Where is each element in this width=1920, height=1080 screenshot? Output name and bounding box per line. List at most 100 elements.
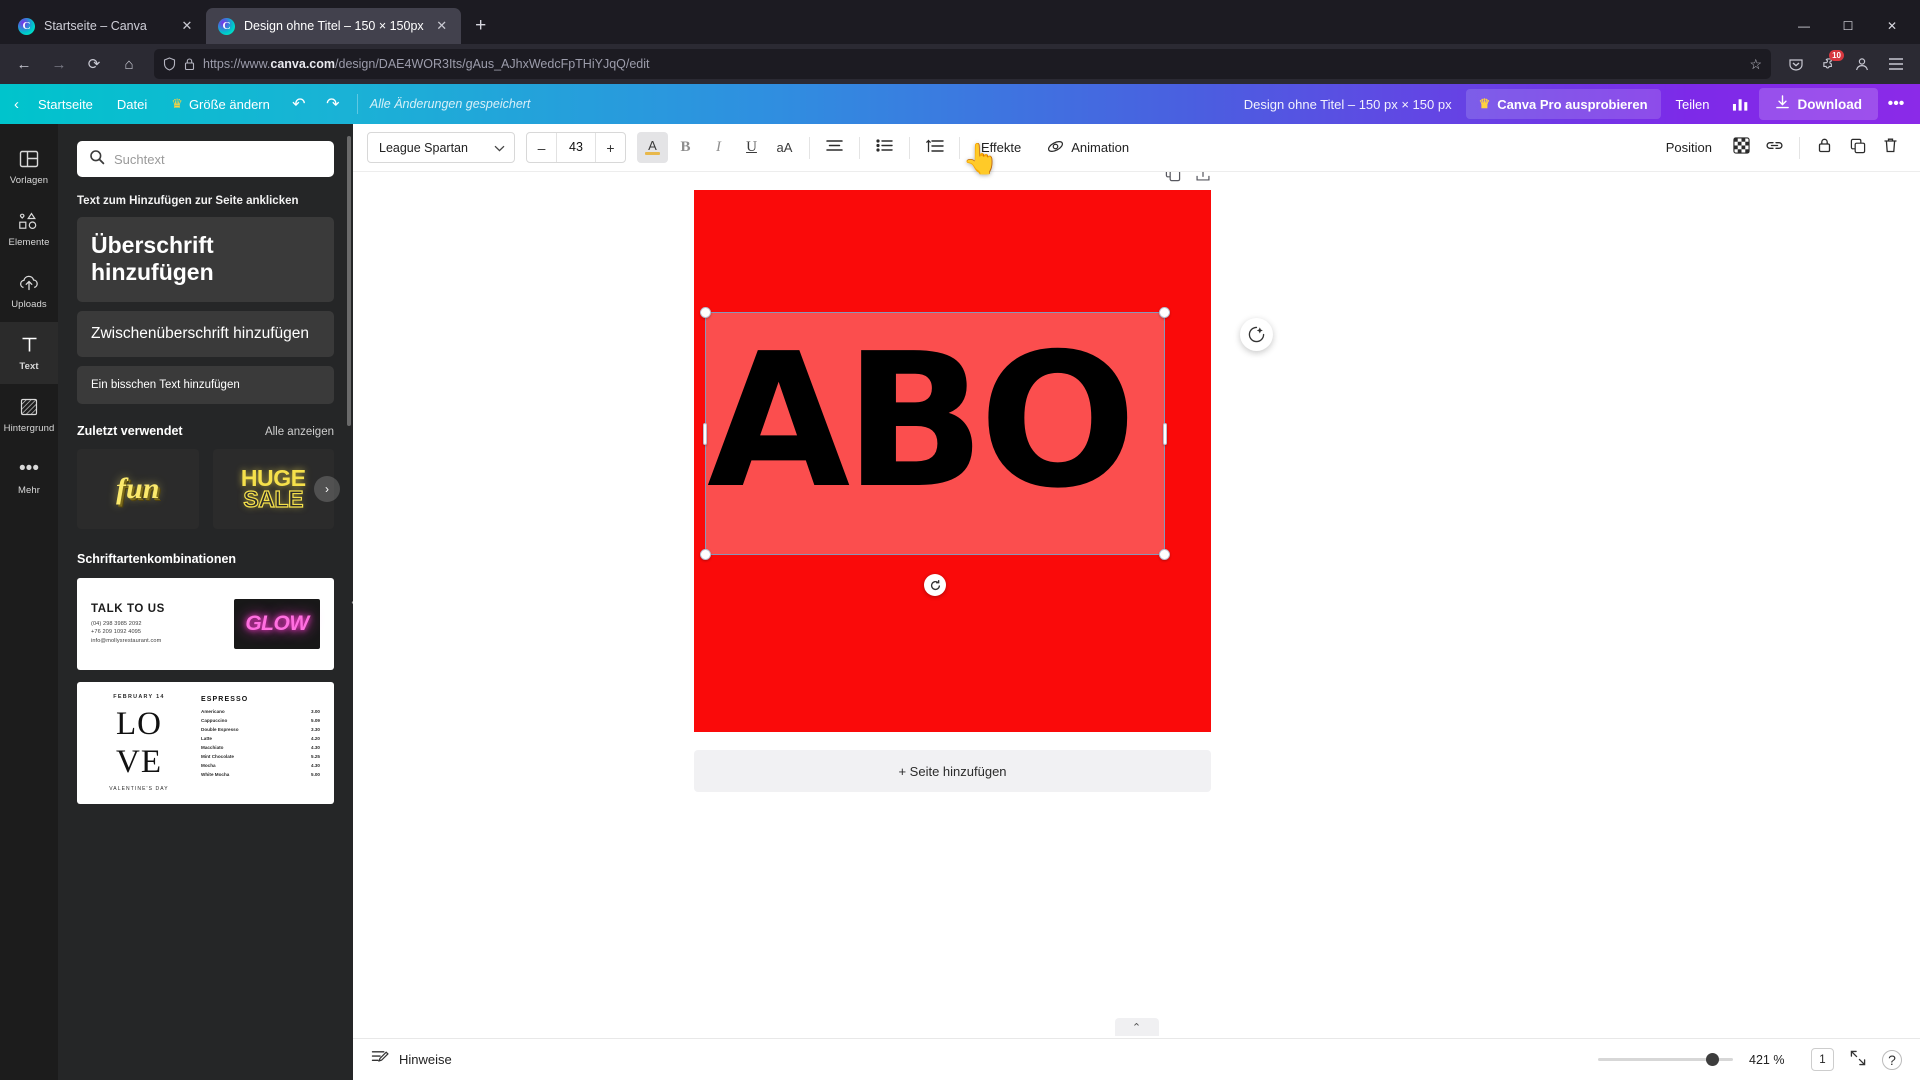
bold-button[interactable]: B bbox=[670, 132, 701, 163]
bullet-list-button[interactable] bbox=[869, 132, 900, 163]
add-body-text-button[interactable]: Ein bisschen Text hinzufügen bbox=[77, 366, 334, 404]
tab-close-icon[interactable]: ✕ bbox=[433, 17, 451, 35]
font-size-increase-button[interactable]: + bbox=[596, 133, 625, 162]
pocket-icon[interactable] bbox=[1780, 49, 1812, 79]
duplicate-page-icon[interactable] bbox=[1165, 172, 1181, 185]
zoom-slider-knob[interactable] bbox=[1706, 1053, 1719, 1066]
add-page-button[interactable]: + Seite hinzufügen bbox=[694, 750, 1211, 792]
header-divider bbox=[357, 94, 358, 114]
recent-item-fun[interactable]: fun bbox=[77, 449, 199, 529]
position-button[interactable]: Position bbox=[1654, 132, 1724, 163]
expand-icon[interactable] bbox=[1850, 1050, 1866, 1070]
new-tab-button[interactable]: + bbox=[465, 10, 497, 42]
document-title[interactable]: Design ohne Titel – 150 px × 150 px bbox=[1244, 97, 1452, 112]
text-align-button[interactable] bbox=[819, 132, 850, 163]
font-combo-talk-to-us[interactable]: TALK TO US (04) 298 3985 2092 +76 209 10… bbox=[77, 578, 334, 670]
font-size-value[interactable]: 43 bbox=[556, 133, 596, 162]
resize-button[interactable]: ♛ Größe ändern bbox=[160, 89, 281, 119]
resize-handle-bottom-right[interactable] bbox=[1159, 549, 1170, 560]
font-size-decrease-button[interactable]: – bbox=[527, 133, 556, 162]
redo-icon[interactable]: ↷ bbox=[317, 89, 349, 119]
resize-handle-top-left[interactable] bbox=[700, 307, 711, 318]
help-icon[interactable]: ? bbox=[1882, 1050, 1902, 1070]
glow-label: GLOW bbox=[245, 612, 308, 636]
rail-item-uploads[interactable]: Uploads bbox=[0, 260, 58, 322]
insights-bar-chart-icon[interactable] bbox=[1725, 89, 1757, 119]
rail-label: Mehr bbox=[18, 485, 40, 496]
rotate-handle-icon[interactable] bbox=[924, 574, 946, 596]
rail-item-vorlagen[interactable]: Vorlagen bbox=[0, 136, 58, 198]
rail-item-text[interactable]: Text bbox=[0, 322, 58, 384]
back-icon[interactable]: ← bbox=[8, 49, 40, 79]
search-box[interactable] bbox=[77, 141, 334, 177]
maximize-button[interactable]: ☐ bbox=[1826, 8, 1870, 44]
export-page-icon[interactable] bbox=[1195, 172, 1211, 185]
rail-item-mehr[interactable]: ••• Mehr bbox=[0, 446, 58, 508]
home-icon[interactable]: ⌂ bbox=[113, 49, 145, 79]
show-all-link[interactable]: Alle anzeigen bbox=[265, 426, 334, 438]
rail-item-elemente[interactable]: Elemente bbox=[0, 198, 58, 260]
panel-scrollbar[interactable] bbox=[347, 136, 351, 426]
tab-close-icon[interactable]: ✕ bbox=[178, 17, 196, 35]
file-menu-button[interactable]: Datei bbox=[106, 89, 158, 119]
zoom-slider[interactable] bbox=[1598, 1058, 1733, 1061]
sale-line: SALE bbox=[241, 489, 306, 510]
page-number-indicator[interactable]: 1 bbox=[1811, 1048, 1834, 1071]
link-button[interactable] bbox=[1759, 132, 1790, 163]
design-canvas-page[interactable]: ABO bbox=[694, 190, 1211, 732]
shield-icon[interactable] bbox=[163, 57, 176, 71]
resize-handle-bottom-left[interactable] bbox=[700, 549, 711, 560]
animation-button[interactable]: Animation bbox=[1035, 132, 1141, 163]
minimize-button[interactable]: — bbox=[1782, 8, 1826, 44]
letter-case-button[interactable]: aA bbox=[769, 132, 800, 163]
forward-icon[interactable]: → bbox=[43, 49, 75, 79]
try-canva-pro-button[interactable]: ♛ Canva Pro ausprobieren bbox=[1466, 89, 1661, 119]
font-combo-love-espresso[interactable]: FEBRUARY 14 LO VE VALENTINE'S DAY ESPRES… bbox=[77, 682, 334, 804]
duplicate-button[interactable] bbox=[1842, 132, 1873, 163]
resize-handle-middle-right[interactable] bbox=[1163, 423, 1167, 445]
text-format-toolbar: League Spartan – 43 + A bbox=[353, 124, 1920, 172]
rail-item-hintergrund[interactable]: Hintergrund bbox=[0, 384, 58, 446]
browser-menu-icon[interactable] bbox=[1880, 49, 1912, 79]
carousel-next-icon[interactable]: › bbox=[314, 476, 340, 502]
lock-icon[interactable] bbox=[184, 57, 195, 71]
underline-button[interactable]: U bbox=[736, 132, 767, 163]
timeline-collapse-button[interactable]: ⌃ bbox=[1115, 1018, 1159, 1036]
transparency-button[interactable] bbox=[1726, 132, 1757, 163]
search-input[interactable] bbox=[114, 152, 322, 167]
line-spacing-button[interactable] bbox=[919, 132, 950, 163]
url-bar[interactable]: https://www.canva.com/design/DAE4WOR3Its… bbox=[154, 49, 1771, 79]
zoom-percentage[interactable]: 421 % bbox=[1749, 1053, 1795, 1067]
bookmark-star-icon[interactable]: ☆ bbox=[1749, 56, 1762, 73]
add-heading-button[interactable]: Überschrift hinzufügen bbox=[77, 217, 334, 302]
reload-icon[interactable]: ⟳ bbox=[78, 49, 110, 79]
download-button[interactable]: Download bbox=[1759, 88, 1879, 120]
browser-tab-2[interactable]: C Design ohne Titel – 150 × 150px ✕ bbox=[206, 8, 461, 44]
effects-button[interactable]: Effekte bbox=[969, 132, 1033, 163]
resize-handle-middle-left[interactable] bbox=[703, 423, 707, 445]
magic-suggestion-button[interactable] bbox=[1240, 318, 1273, 351]
font-family-select[interactable]: League Spartan bbox=[367, 132, 515, 163]
text-color-button[interactable]: A bbox=[637, 132, 668, 163]
header-back-icon[interactable]: ‹ bbox=[8, 89, 25, 119]
canvas-text-abo[interactable]: ABO bbox=[706, 300, 1164, 541]
recent-title: Zuletzt verwendet bbox=[77, 424, 183, 438]
account-icon[interactable] bbox=[1846, 49, 1878, 79]
add-subheading-button[interactable]: Zwischenüberschrift hinzufügen bbox=[77, 311, 334, 357]
delete-button[interactable] bbox=[1875, 132, 1906, 163]
browser-tab-1[interactable]: C Startseite – Canva ✕ bbox=[6, 8, 206, 44]
link-icon bbox=[1765, 138, 1784, 157]
notes-button[interactable]: Hinweise bbox=[371, 1049, 452, 1070]
font-size-stepper[interactable]: – 43 + bbox=[526, 132, 626, 163]
more-options-icon[interactable]: ••• bbox=[1880, 89, 1912, 119]
resize-handle-top-right[interactable] bbox=[1159, 307, 1170, 318]
home-button[interactable]: Startseite bbox=[27, 89, 104, 119]
selected-text-element[interactable]: ABO bbox=[705, 312, 1165, 555]
panel-collapse-button[interactable]: ‹ bbox=[344, 579, 353, 625]
lock-button[interactable] bbox=[1809, 132, 1840, 163]
italic-button[interactable]: I bbox=[703, 132, 734, 163]
undo-icon[interactable]: ↶ bbox=[283, 89, 315, 119]
close-window-button[interactable]: ✕ bbox=[1870, 8, 1914, 44]
extensions-icon[interactable]: 10 bbox=[1814, 49, 1844, 79]
share-button[interactable]: Teilen bbox=[1663, 89, 1723, 119]
